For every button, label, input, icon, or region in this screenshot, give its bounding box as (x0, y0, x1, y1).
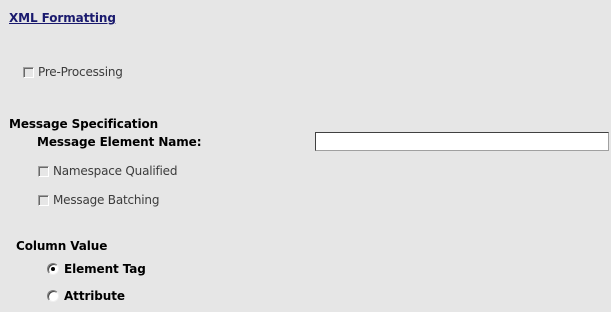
pre-processing-checkbox[interactable] (23, 66, 34, 78)
element-tag-radio-row[interactable]: Element Tag (47, 261, 146, 277)
namespace-qualified-checkbox-row[interactable]: Namespace Qualified (38, 163, 177, 179)
message-element-name-label: Message Element Name: (37, 135, 202, 149)
section-title-xml-formatting: XML Formatting (9, 11, 116, 25)
namespace-qualified-checkbox[interactable] (38, 165, 49, 177)
attribute-radio[interactable] (47, 290, 59, 302)
attribute-label: Attribute (64, 289, 125, 303)
message-batching-checkbox[interactable] (38, 194, 49, 206)
attribute-radio-row[interactable]: Attribute (47, 288, 125, 304)
pre-processing-label: Pre-Processing (38, 65, 123, 79)
message-element-name-input[interactable] (315, 132, 609, 151)
pre-processing-checkbox-row[interactable]: Pre-Processing (23, 64, 123, 80)
message-batching-checkbox-row[interactable]: Message Batching (38, 192, 159, 208)
namespace-qualified-label: Namespace Qualified (53, 164, 178, 178)
element-tag-label: Element Tag (64, 262, 146, 276)
column-value-heading: Column Value (16, 239, 108, 253)
message-specification-heading: Message Specification (9, 117, 159, 131)
message-batching-label: Message Batching (53, 193, 160, 207)
element-tag-radio[interactable] (47, 263, 59, 275)
